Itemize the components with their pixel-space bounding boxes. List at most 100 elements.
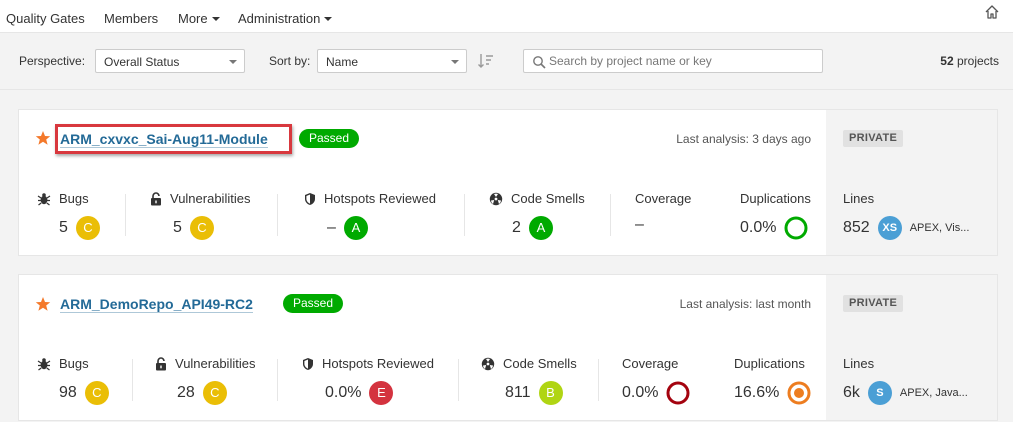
coverage-value: 0.0%	[622, 384, 659, 401]
vulnerabilities-measure[interactable]: 28 C	[177, 381, 227, 405]
bugs-label-text: Bugs	[59, 356, 89, 371]
filter-bar: Perspective: Overall Status Sort by: Nam…	[0, 34, 1013, 90]
vulnerabilities-label: Vulnerabilities	[150, 191, 250, 206]
duplications-value: 16.6%	[734, 384, 780, 401]
duplications-label-text: Duplications	[740, 191, 811, 206]
home-icon[interactable]	[984, 4, 1000, 20]
vulnerabilities-label-text: Vulnerabilities	[175, 356, 256, 371]
code-smells-label: Code Smells	[481, 356, 577, 371]
nav-administration-label: Administration	[238, 11, 321, 26]
duplications-label: Duplications	[740, 191, 811, 206]
last-analysis: Last analysis: last month	[679, 297, 811, 311]
lines-value: 6k	[843, 384, 860, 401]
projects-count: 52 projects	[940, 54, 999, 68]
vulnerabilities-rating: C	[189, 216, 214, 240]
divider	[598, 359, 599, 401]
code-smells-measure[interactable]: 2A	[512, 216, 553, 240]
hotspots-label-text: Hotspots Reviewed	[324, 191, 436, 206]
star-icon[interactable]	[35, 130, 51, 146]
radioactive-icon	[481, 357, 495, 370]
hotspots-measure[interactable]: 0.0% E	[325, 381, 394, 405]
bugs-measure[interactable]: 5C	[59, 216, 100, 240]
bugs-rating: C	[84, 381, 109, 405]
coverage-label: Coverage	[622, 356, 678, 371]
hotspots-value: –	[327, 219, 336, 236]
hotspots-label: Hotspots Reviewed	[302, 356, 434, 371]
bugs-value: 5	[59, 219, 68, 236]
nav-administration[interactable]: Administration	[238, 11, 333, 26]
coverage-measure[interactable]: –	[635, 216, 644, 234]
divider	[277, 194, 278, 236]
bugs-label-text: Bugs	[59, 191, 89, 206]
size-badge: S	[867, 381, 892, 405]
code-smells-value: 811	[505, 384, 531, 401]
code-smells-label-text: Code Smells	[511, 191, 585, 206]
lines-measure[interactable]: 852 XS APEX, Vis...	[843, 216, 969, 240]
code-smells-measure[interactable]: 811 B	[505, 381, 563, 405]
divider	[132, 359, 133, 401]
vulnerabilities-measure[interactable]: 5C	[173, 216, 214, 240]
divider	[458, 359, 459, 401]
perspective-value: Overall Status	[104, 55, 180, 69]
sort-order-icon[interactable]	[477, 52, 495, 70]
divider	[125, 194, 126, 236]
divider	[464, 194, 465, 236]
lines-label-text: Lines	[843, 356, 875, 371]
coverage-measure[interactable]: 0.0%	[622, 381, 690, 405]
nav-members[interactable]: Members	[104, 11, 158, 26]
shield-icon	[303, 357, 313, 370]
lines-label-text: Lines	[843, 191, 875, 206]
divider	[277, 359, 278, 401]
sort-select[interactable]: Name	[317, 49, 467, 73]
code-smells-rating: B	[538, 381, 563, 405]
visibility-badge: PRIVATE	[843, 295, 904, 312]
caret-down-icon	[324, 17, 333, 21]
radioactive-icon	[489, 192, 503, 205]
bugs-value: 98	[59, 384, 77, 401]
bug-icon	[37, 357, 51, 370]
bugs-measure[interactable]: 98 C	[59, 381, 109, 405]
coverage-ring-icon	[666, 381, 690, 405]
vulnerabilities-value: 5	[173, 219, 182, 236]
nav-quality-gates[interactable]: Quality Gates	[6, 11, 85, 26]
last-analysis: Last analysis: 3 days ago	[676, 132, 811, 146]
lines-label: Lines	[843, 356, 874, 371]
duplications-label-text: Duplications	[734, 356, 805, 371]
duplications-label: Duplications	[734, 356, 805, 371]
languages: APEX, Java...	[899, 387, 968, 399]
hotspots-label-text: Hotspots Reviewed	[322, 356, 434, 371]
perspective-select[interactable]: Overall Status	[95, 49, 245, 73]
projects-count-number: 52	[940, 54, 954, 68]
nav-more[interactable]: More	[178, 11, 220, 26]
hotspots-value: 0.0%	[325, 384, 362, 401]
lock-icon	[156, 356, 166, 370]
vulnerabilities-label: Vulnerabilities	[155, 356, 255, 371]
size-badge: XS	[877, 216, 902, 240]
lines-measure[interactable]: 6k S APEX, Java...	[843, 381, 968, 405]
code-smells-label-text: Code Smells	[503, 356, 577, 371]
top-navigation: Quality Gates Members More Administratio…	[0, 0, 1013, 33]
hotspots-measure[interactable]: – A	[327, 216, 368, 240]
code-smells-value: 2	[512, 219, 521, 236]
code-smells-label: Code Smells	[489, 191, 585, 206]
project-name-link[interactable]: ARM_cxvxc_Sai-Aug11-Module	[60, 131, 268, 148]
project-card: ARM_cxvxc_Sai-Aug11-Module Passed Last a…	[18, 109, 998, 256]
lines-value: 852	[843, 219, 870, 236]
vulnerabilities-value: 28	[177, 384, 195, 401]
coverage-label-text: Coverage	[635, 191, 692, 206]
chevron-down-icon	[229, 60, 237, 64]
lock-icon	[151, 191, 161, 205]
projects-count-suffix: projects	[953, 54, 999, 68]
bugs-rating: C	[75, 216, 100, 240]
duplications-measure[interactable]: 0.0%	[740, 216, 808, 240]
coverage-label-text: Coverage	[622, 356, 679, 371]
star-icon[interactable]	[35, 296, 51, 312]
duplications-measure[interactable]: 16.6%	[734, 381, 811, 405]
chevron-down-icon	[451, 60, 459, 64]
divider	[610, 194, 611, 236]
vulnerabilities-rating: C	[202, 381, 227, 405]
search-input[interactable]	[549, 53, 817, 69]
sort-label: Sort by:	[269, 54, 311, 68]
project-name-link[interactable]: ARM_DemoRepo_API49-RC2	[60, 296, 253, 313]
bugs-label: Bugs	[37, 356, 89, 371]
